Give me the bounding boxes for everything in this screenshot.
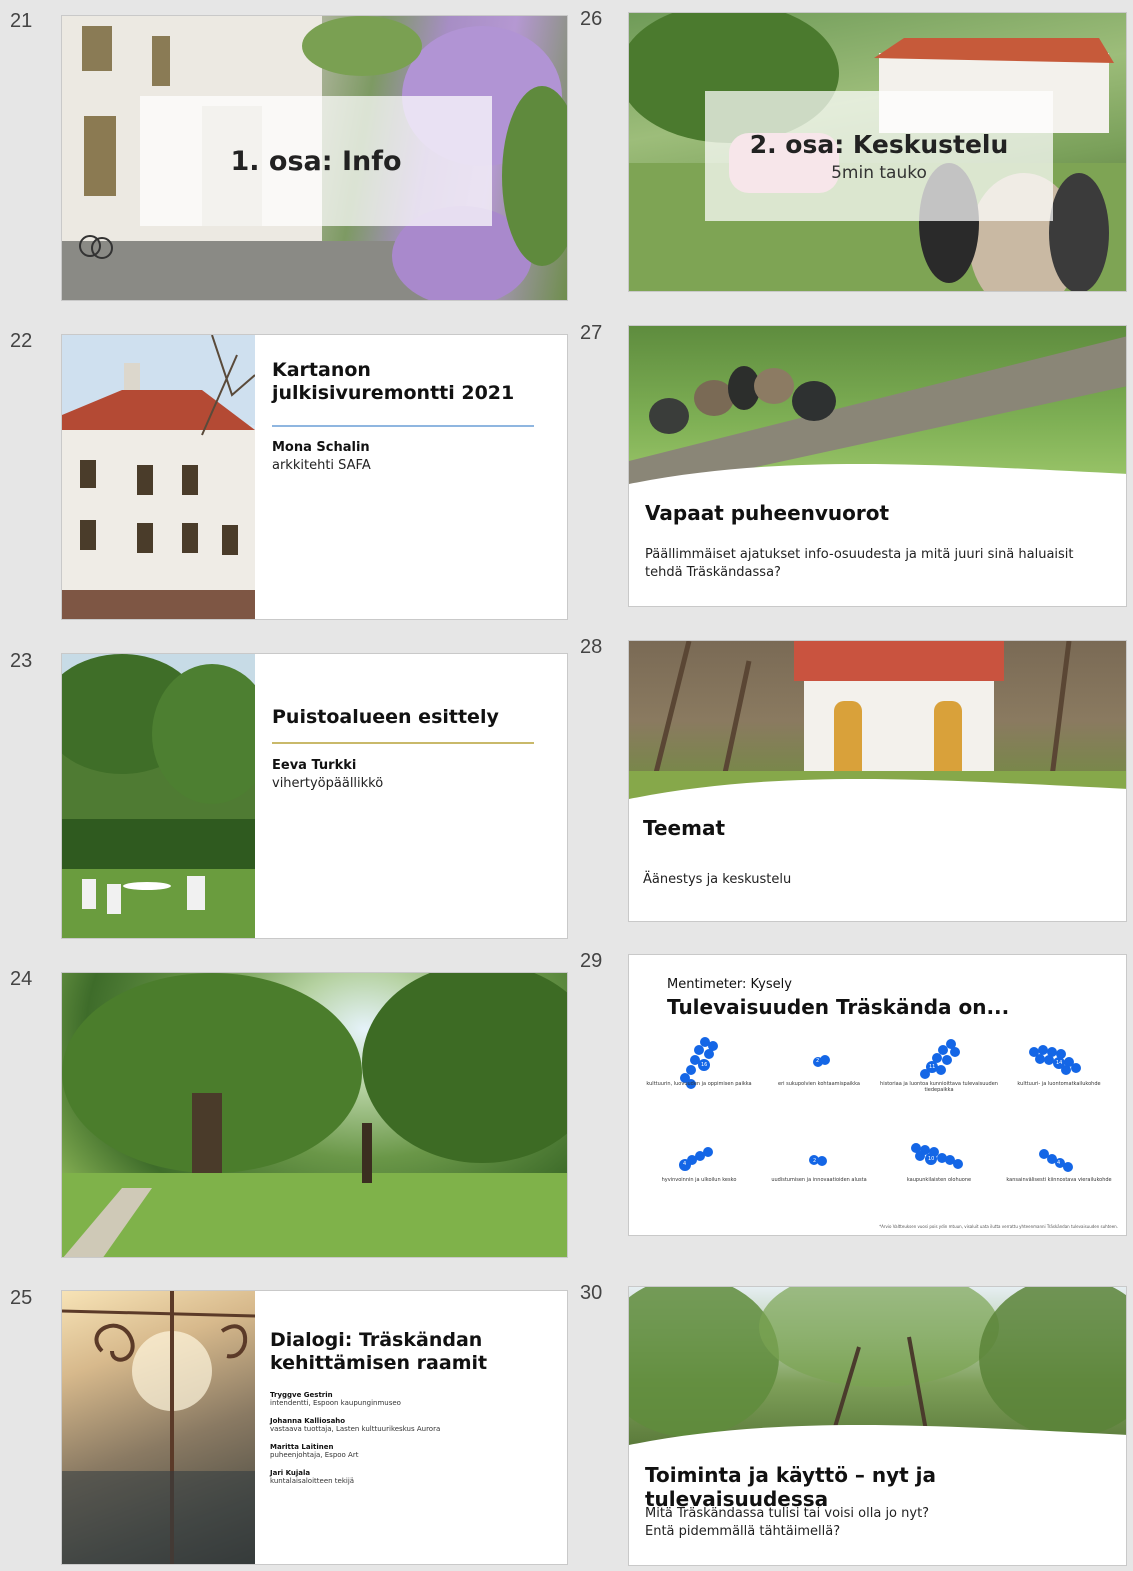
speaker-role: puheenjohtaja, Espoo Art bbox=[270, 1451, 359, 1459]
slide-thumbnail-27[interactable]: Vapaat puheenvuorot Päällimmäiset ajatuk… bbox=[628, 325, 1127, 607]
section-title-box: 1. osa: Info bbox=[140, 96, 492, 226]
category-label: eri sukupolvien kohtaamispaikka bbox=[778, 1081, 860, 1087]
slide-title: Toiminta ja käyttö – nyt ja tulevaisuude… bbox=[645, 1463, 937, 1511]
slide-number-24: 24 bbox=[10, 968, 33, 990]
category-label: kansainvälisesti kiinnostava vierailukoh… bbox=[1006, 1177, 1112, 1183]
vote-cluster: 2 bbox=[807, 1055, 837, 1075]
vote-count: 4 bbox=[1057, 1160, 1061, 1166]
slide-number-29: 29 bbox=[580, 950, 603, 972]
manor-building-photo bbox=[62, 335, 255, 619]
speaker-role: kuntalaisaloitteen tekijä bbox=[270, 1477, 355, 1485]
park-garden-illustration bbox=[62, 654, 255, 938]
scrollwork-gate-illustration bbox=[62, 1291, 255, 1564]
title-divider bbox=[272, 742, 534, 744]
slide-number-26: 26 bbox=[580, 8, 603, 30]
slide-thumbnail-24[interactable] bbox=[61, 972, 568, 1258]
slide-title: Teemat bbox=[643, 816, 726, 840]
slide-title: Vapaat puheenvuorot bbox=[645, 501, 890, 525]
section-subtitle: 5min tauko bbox=[831, 162, 927, 183]
vote-cluster: 4 bbox=[1039, 1149, 1079, 1174]
speaker-role: intendentti, Espoon kaupunginmuseo bbox=[270, 1399, 401, 1407]
mentimeter-label: Mentimeter: Kysely bbox=[667, 977, 792, 992]
presenter-role: arkkitehti SAFA bbox=[272, 458, 371, 473]
iron-gate-photo bbox=[62, 1291, 255, 1564]
speaker-name: Jari Kujala bbox=[270, 1469, 311, 1477]
section-title-box: 2. osa: Keskustelu 5min tauko bbox=[705, 91, 1053, 221]
slide-number-23: 23 bbox=[10, 650, 33, 672]
slide-title: Puistoalueen esittely bbox=[272, 706, 499, 728]
title-divider bbox=[272, 425, 534, 427]
slide-number-28: 28 bbox=[580, 636, 603, 658]
slide-thumbnail-30[interactable]: Toiminta ja käyttö – nyt ja tulevaisuude… bbox=[628, 1286, 1127, 1566]
vote-count: 4 bbox=[683, 1161, 687, 1167]
presenter-name: Mona Schalin bbox=[272, 440, 370, 455]
survey-footnote: *Arvio Valtteuksen vuosi pois ydin mtuun… bbox=[879, 1224, 1118, 1229]
vote-count: 16 bbox=[701, 1062, 708, 1068]
wave-divider bbox=[629, 779, 1126, 809]
slide-title: Kartanon julkisivuremontti 2021 bbox=[272, 359, 515, 404]
vote-cluster: 2 bbox=[807, 1155, 837, 1175]
vote-cluster: 10 bbox=[911, 1143, 971, 1173]
slide-thumbnail-22[interactable]: Kartanon julkisivuremontti 2021 Mona Sch… bbox=[61, 334, 568, 620]
category-label: kulttuurin, luovuuden ja oppimisen paikk… bbox=[646, 1081, 752, 1087]
slide-thumbnail-29[interactable]: Mentimeter: Kysely Tulevaisuuden Träskän… bbox=[628, 954, 1127, 1236]
park-bench-photo bbox=[62, 654, 255, 938]
vote-count: 14 bbox=[1056, 1060, 1063, 1066]
presenter-role: vihertyöpäällikkö bbox=[272, 776, 384, 791]
category-label: kulttuuri- ja luontomatkailukohde bbox=[1017, 1081, 1101, 1087]
category-label: hyvinvoinnin ja ulkoilun kesko bbox=[661, 1177, 737, 1183]
speaker-list: Tryggve Gestrin intendentti, Espoon kaup… bbox=[270, 1391, 550, 1495]
category-label: kaupunkilaisten olohuone bbox=[906, 1177, 972, 1183]
vote-cluster: 14 bbox=[1029, 1045, 1089, 1080]
wave-divider bbox=[629, 464, 1126, 494]
wave-divider bbox=[629, 1425, 1126, 1455]
slide-body-line-1: Mitä Träskändassa tulisi tai voisi olla … bbox=[645, 1506, 930, 1521]
speaker-name: Johanna Kalliosaho bbox=[270, 1417, 346, 1425]
category-label: uudistumisen ja innovaatioiden alusta bbox=[771, 1177, 867, 1183]
speaker-name: Tryggve Gestrin bbox=[270, 1391, 333, 1399]
speaker-name: Maritta Laitinen bbox=[270, 1443, 334, 1451]
category-label: historiaa ja luontoa kunnioittava tuleva… bbox=[880, 1081, 998, 1093]
manor-building-illustration bbox=[62, 335, 255, 619]
slide-number-21: 21 bbox=[10, 10, 33, 32]
oak-tree-photo bbox=[62, 973, 567, 1257]
slide-number-25: 25 bbox=[10, 1287, 33, 1309]
slide-number-27: 27 bbox=[580, 322, 603, 344]
slide-thumbnail-25[interactable]: Dialogi: Träskändan kehittämisen raamit … bbox=[61, 1290, 568, 1565]
vote-cluster: 4 bbox=[679, 1147, 719, 1172]
vote-count: 2 bbox=[813, 1158, 817, 1164]
slide-number-22: 22 bbox=[10, 330, 33, 352]
slide-number-30: 30 bbox=[580, 1282, 603, 1304]
vote-cluster: 11 bbox=[914, 1039, 964, 1084]
vote-count: 10 bbox=[928, 1156, 935, 1162]
vote-count: 2 bbox=[816, 1058, 820, 1064]
section-title: 1. osa: Info bbox=[230, 145, 402, 177]
section-title: 2. osa: Keskustelu bbox=[749, 129, 1009, 159]
slide-thumbnail-21[interactable]: 1. osa: Info bbox=[61, 15, 568, 301]
slide-thumbnail-26[interactable]: 2. osa: Keskustelu 5min tauko bbox=[628, 12, 1127, 292]
slide-body: Äänestys ja keskustelu bbox=[643, 872, 792, 887]
slide-thumbnail-28[interactable]: Teemat Äänestys ja keskustelu bbox=[628, 640, 1127, 922]
slide-title: Dialogi: Träskändan kehittämisen raamit bbox=[270, 1329, 488, 1374]
slide-body: Päällimmäiset ajatukset info-osuudesta j… bbox=[645, 547, 1074, 580]
survey-title: Tulevaisuuden Träskända on... bbox=[667, 995, 1010, 1019]
slide-thumbnail-23[interactable]: Puistoalueen esittely Eeva Turkki vihert… bbox=[61, 653, 568, 939]
speaker-role: vastaava tuottaja, Lasten kulttuurikesku… bbox=[270, 1425, 441, 1433]
presenter-name: Eeva Turkki bbox=[272, 758, 357, 773]
oak-tree-illustration bbox=[62, 973, 567, 1257]
slide-body-line-2: Entä pidemmällä tähtäimellä? bbox=[645, 1524, 841, 1539]
vote-count: 11 bbox=[929, 1064, 936, 1070]
